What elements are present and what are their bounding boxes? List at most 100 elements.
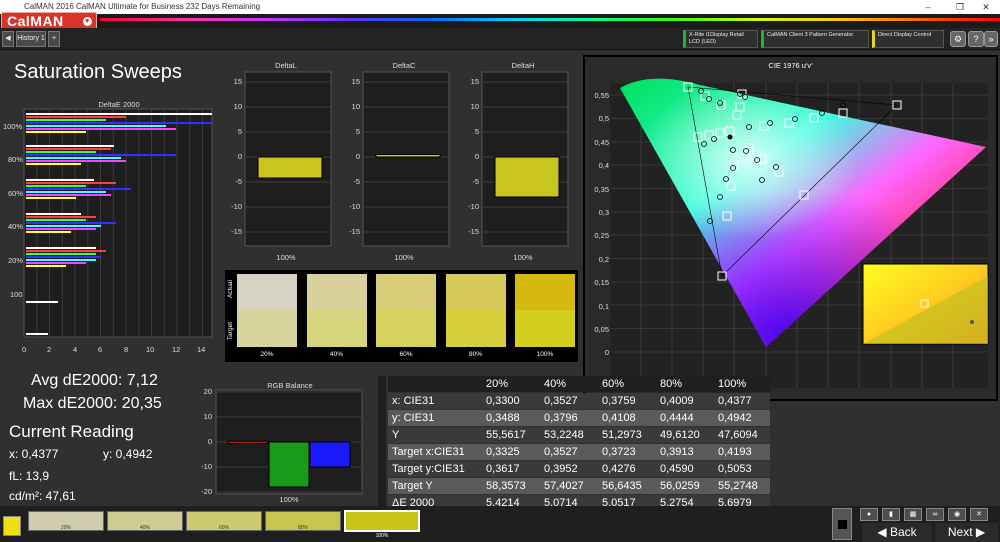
pattern-swatch[interactable]: 100% [344, 510, 420, 539]
cie-xtick: 0,05 [635, 357, 651, 366]
close-panel-icon[interactable]: ✕ [970, 508, 988, 521]
rgb-balance-xlabel: 100% [279, 495, 299, 504]
table-row[interactable]: Target y:CIE31 0,3617 0,3952 0,4276 0,4590 0,… [388, 461, 770, 477]
table-row[interactable]: Y 55,5617 53,2248 51,2973 49,6120 47,6094 [388, 427, 770, 443]
grid-icon[interactable]: ▦ [904, 508, 922, 521]
delta-chart-xlabel: 100% [276, 253, 296, 262]
pattern-swatch[interactable]: 80% [265, 511, 341, 531]
brand-bar [0, 14, 1000, 28]
stop-button[interactable] [832, 508, 852, 540]
delta-ytick: 10 [470, 102, 479, 111]
table-cell: 55,2748 [718, 480, 758, 492]
table-cell: 0,3527 [544, 395, 578, 407]
table-row[interactable]: x: CIE31 0,3300 0,3527 0,3759 0,4009 0,4377 [388, 393, 770, 409]
table-cell: 47,6094 [718, 429, 758, 441]
table-cell: 0,4590 [660, 463, 694, 475]
display-control-selector[interactable]: Direct Display Control [872, 30, 944, 48]
green-balance-bar [268, 441, 310, 488]
cie-xtick: 0,2 [731, 357, 743, 366]
meter-device-selector[interactable]: X-Rite i1Display Retail LCD (LED) [683, 30, 758, 48]
cie-xtick: 0,25 [761, 357, 776, 366]
cie-chart-title: CIE 1976 u'v' [768, 61, 813, 70]
table-cell: 0,4377 [718, 395, 752, 407]
table-cell: 53,2248 [544, 429, 584, 441]
table-cell: 56,0259 [660, 480, 700, 492]
delta-ytick: 15 [470, 77, 479, 86]
table-row[interactable]: Target Y 58,3573 57,4027 56,6435 56,0259 55,2… [388, 478, 770, 494]
next-label: Next [947, 525, 973, 539]
row-label: x: CIE31 [392, 395, 435, 407]
record-icon[interactable]: ● [860, 508, 878, 521]
brand-label: CalMAN [7, 13, 64, 29]
cie-ytick: 0,4 [598, 161, 609, 171]
pattern-swatch-label: 20% [60, 525, 71, 531]
table-cell: 49,6120 [660, 429, 700, 441]
back-button[interactable]: ◀ Back [862, 523, 932, 542]
table-cell: 55,5617 [486, 429, 526, 441]
device-name: CalMAN Client 3 Pattern Generator [767, 32, 854, 38]
title-bar: CalMAN 2016 CalMAN Ultimate for Business… [0, 0, 1000, 14]
actual-row-label: Actual [227, 280, 234, 299]
next-button[interactable]: Next ▶ [935, 523, 998, 542]
table-row[interactable]: y: CIE31 0,3488 0,3796 0,4108 0,4444 0,4942 [388, 410, 770, 426]
table-side-strip [378, 376, 386, 511]
settings-gear-icon[interactable]: ⚙ [950, 31, 966, 47]
table-cell: 51,2973 [602, 429, 642, 441]
row-label: Target x:CIE31 [392, 446, 465, 458]
actual-swatch [515, 274, 575, 310]
pattern-swatch-label: 100% [375, 533, 389, 539]
red-balance-bar [227, 440, 269, 444]
cie-ytick: 0,45 [594, 137, 609, 147]
cie-ytick: 0,55 [594, 91, 609, 100]
restore-button[interactable]: ❐ [946, 0, 974, 14]
cie-xtick: 0,35 [823, 357, 839, 366]
add-history-button[interactable]: + [48, 31, 60, 47]
minimize-button[interactable]: – [914, 0, 942, 14]
deltae-ylabel: 20% [8, 256, 24, 265]
capture-icon[interactable]: ◉ [948, 508, 966, 521]
loop-icon[interactable]: ∞ [926, 508, 944, 521]
delta-chart-title: DeltaH [511, 61, 535, 70]
deltae-ylabel: 100 [10, 290, 23, 299]
current-reading-label: Current Reading [9, 422, 134, 441]
table-cell: 0,3723 [602, 446, 636, 458]
table-cell: 0,4942 [718, 412, 752, 424]
table-cell: 0,3617 [486, 463, 520, 475]
delta-bar [375, 154, 441, 158]
history-back-button[interactable]: ◀ [2, 31, 14, 47]
close-button[interactable]: ✕ [972, 0, 1000, 14]
device-name: X-Rite i1Display Retail [689, 32, 744, 38]
stepper-icon[interactable]: ▮ [882, 508, 900, 521]
rgb-ytick: 0 [207, 437, 212, 446]
actual-swatch [376, 274, 436, 310]
workspace: Saturation Sweeps DeltaE 2000 100% 80% 6… [0, 51, 1000, 511]
pattern-generator-selector[interactable]: CalMAN Client 3 Pattern Generator [761, 30, 869, 48]
cie-ytick: 0,05 [594, 325, 609, 334]
table-header-cell: 20% [486, 378, 509, 390]
pattern-swatch[interactable]: 40% [107, 511, 183, 531]
pattern-swatch[interactable]: 20% [28, 511, 104, 531]
pattern-swatch-label: 40% [139, 525, 150, 531]
help-icon[interactable]: ? [968, 31, 984, 47]
target-swatch [445, 310, 506, 347]
accent-stripe [100, 18, 1000, 21]
cie-ytick: 0,25 [594, 231, 609, 241]
table-cell: 0,5053 [718, 463, 752, 475]
target-swatch [376, 310, 436, 347]
delta-ytick: -5 [353, 177, 360, 186]
cie-xtick: 0 [609, 357, 615, 366]
delta-ytick: 15 [351, 77, 360, 86]
delta-ytick: 0 [355, 152, 360, 161]
delta-ytick: -5 [235, 177, 242, 186]
deltae-ylabel: 80% [8, 155, 24, 164]
expand-icon[interactable]: » [984, 31, 998, 47]
table-cell: 0,4444 [660, 412, 694, 424]
table-row[interactable]: Target x:CIE31 0,3325 0,3527 0,3723 0,3913 0,… [388, 444, 770, 460]
deltae-chart [23, 108, 213, 338]
delta-ytick: 5 [474, 127, 479, 136]
tab-history-1[interactable]: History 1 [16, 31, 46, 47]
current-luminance: cd/m²: 47,61 [9, 489, 76, 503]
actual-swatch [306, 274, 367, 310]
device-mode: LCD (LED) [689, 39, 716, 45]
pattern-swatch[interactable]: 60% [186, 511, 262, 531]
